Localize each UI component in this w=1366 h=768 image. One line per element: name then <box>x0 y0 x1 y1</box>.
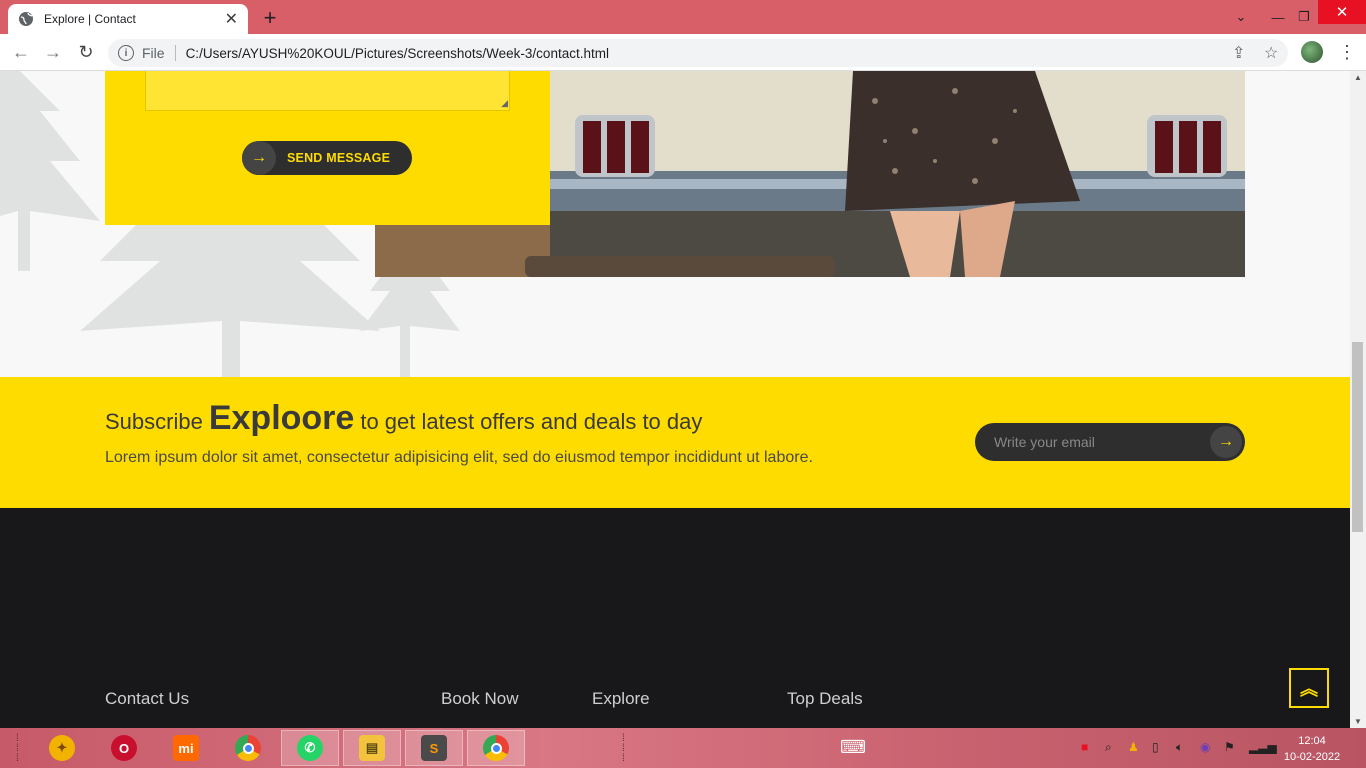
tab-close-icon[interactable]: ✕ <box>225 9 238 29</box>
subscribe-heading: Subscribe Exploore to get latest offers … <box>105 399 702 438</box>
taskbar-app-chrome[interactable] <box>227 730 269 766</box>
taskbar-grip[interactable]: ⁞ ⁞ ⁞ <box>622 734 625 764</box>
gamepad-icon: ✦ <box>49 735 75 761</box>
contact-form-panel: ◢ → SEND MESSAGE <box>105 71 550 225</box>
send-message-button[interactable]: → SEND MESSAGE <box>242 141 412 175</box>
email-field-wrapper: → <box>975 423 1245 461</box>
subscribe-description: Lorem ipsum dolor sit amet, consectetur … <box>105 449 813 466</box>
divider <box>174 45 176 61</box>
network-flag-icon[interactable]: ⚑ <box>1224 740 1235 754</box>
clock-date: 10-02-2022 <box>1283 751 1341 763</box>
scheme-label: File <box>142 45 165 61</box>
reload-icon[interactable]: ↻ <box>74 41 98 65</box>
taskbar-app-sublime[interactable]: S <box>405 730 463 766</box>
antivirus-icon[interactable]: ■ <box>1081 740 1088 754</box>
windows-taskbar: ⁞ ⁞ ⁞ ✦ O mi ✆ ▤ S ⁞ ⁞ ⁞ ⌨ ■ ⌕ ♟ ▯ 🔈︎ ◉ ⚑ ▂▃… <box>0 728 1366 768</box>
toolbar: ← → ↻ i File C:/Users/AYUSH%20KOUL/Pictu… <box>0 34 1366 71</box>
people-icon[interactable]: ♟ <box>1128 740 1139 754</box>
folder-icon: ▤ <box>359 735 385 761</box>
tab-strip: Explore | Contact ✕ + ⌄ — ❐ ✕ <box>0 0 1366 34</box>
sync-icon[interactable]: ◉ <box>1200 740 1210 754</box>
chrome-icon <box>235 735 261 761</box>
restore-icon[interactable]: ❐ <box>1289 0 1319 34</box>
subscribe-section: Subscribe Exploore to get latest offers … <box>0 377 1350 508</box>
footer-heading-book: Book Now <box>441 689 519 708</box>
page-viewport: ◢ → SEND MESSAGE Subscribe Exploore to g… <box>0 71 1350 728</box>
taskbar-app-whatsapp[interactable]: ✆ <box>281 730 339 766</box>
back-arrow-icon[interactable]: ← <box>9 41 33 65</box>
forward-arrow-icon[interactable]: → <box>41 41 65 65</box>
email-input[interactable] <box>994 434 1194 450</box>
bookmark-star-icon[interactable]: ☆ <box>1264 43 1278 63</box>
subscribe-suffix: to get latest offers and deals to day <box>360 409 703 434</box>
window-close-icon[interactable]: ✕ <box>1318 0 1366 24</box>
volume-icon[interactable]: 🔈︎ <box>1176 740 1183 755</box>
footer-heading-explore: Explore <box>592 689 650 708</box>
scroll-down-icon[interactable]: ▼ <box>1354 717 1362 726</box>
info-icon[interactable]: i <box>118 45 134 61</box>
arrow-right-icon: → <box>242 141 276 175</box>
taskbar-app-file-explorer[interactable]: ▤ <box>343 730 401 766</box>
scrollbar-thumb[interactable] <box>1352 342 1363 532</box>
profile-avatar[interactable] <box>1301 41 1323 63</box>
tablet-icon[interactable]: ▯ <box>1152 740 1159 754</box>
footer-heading-deals: Top Deals <box>787 689 863 708</box>
kebab-menu-icon[interactable]: ⋮ <box>1338 42 1356 63</box>
footer-heading-contact: Contact Us <box>105 689 190 708</box>
opera-icon: O <box>111 735 137 761</box>
chrome-icon <box>483 735 509 761</box>
brand-name: Exploore <box>208 399 355 437</box>
taskbar-app-chrome-active[interactable] <box>467 730 525 766</box>
signal-icon[interactable]: ▂▃▅ <box>1249 740 1277 754</box>
share-icon[interactable]: ⇪ <box>1232 43 1245 63</box>
new-tab-button[interactable]: + <box>260 5 280 31</box>
page-scrollbar[interactable]: ▲ ▼ <box>1350 71 1366 728</box>
system-clock[interactable]: 12:04 10-02-2022 <box>1282 733 1342 765</box>
address-bar[interactable]: i File C:/Users/AYUSH%20KOUL/Pictures/Sc… <box>108 39 1288 67</box>
message-textarea[interactable]: ◢ <box>145 71 510 111</box>
double-chevron-up-icon: ︽ <box>1300 679 1318 699</box>
taskbar-app-opera[interactable]: O <box>103 730 145 766</box>
globe-icon <box>19 12 33 26</box>
sublime-icon: S <box>421 735 447 761</box>
tab-title: Explore | Contact <box>44 12 136 26</box>
scroll-up-icon[interactable]: ▲ <box>1354 73 1362 82</box>
tab-search-chevron-icon[interactable]: ⌄ <box>1226 0 1256 34</box>
resize-grip-icon[interactable]: ◢ <box>501 98 508 109</box>
taskbar-app-games[interactable]: ✦ <box>41 730 83 766</box>
taskbar-grip[interactable]: ⁞ ⁞ ⁞ <box>16 734 19 764</box>
send-message-label: SEND MESSAGE <box>287 151 391 165</box>
subscribe-submit-button[interactable]: → <box>1210 426 1242 458</box>
back-to-top-button[interactable]: ︽ <box>1289 668 1329 708</box>
taskbar-app-mi[interactable]: mi <box>165 730 207 766</box>
footer: Contact Us Book Now Explore Top Deals ︽ <box>0 508 1350 728</box>
touch-keyboard-icon[interactable]: ⌨ <box>840 737 866 758</box>
mi-icon: mi <box>173 735 199 761</box>
subscribe-prefix: Subscribe <box>105 409 203 434</box>
browser-tab[interactable]: Explore | Contact ✕ <box>8 4 248 34</box>
clock-time: 12:04 <box>1298 735 1326 747</box>
url-text[interactable]: C:/Users/AYUSH%20KOUL/Pictures/Screensho… <box>186 46 609 61</box>
whatsapp-icon: ✆ <box>297 735 323 761</box>
search-icon[interactable]: ⌕ <box>1105 740 1112 755</box>
